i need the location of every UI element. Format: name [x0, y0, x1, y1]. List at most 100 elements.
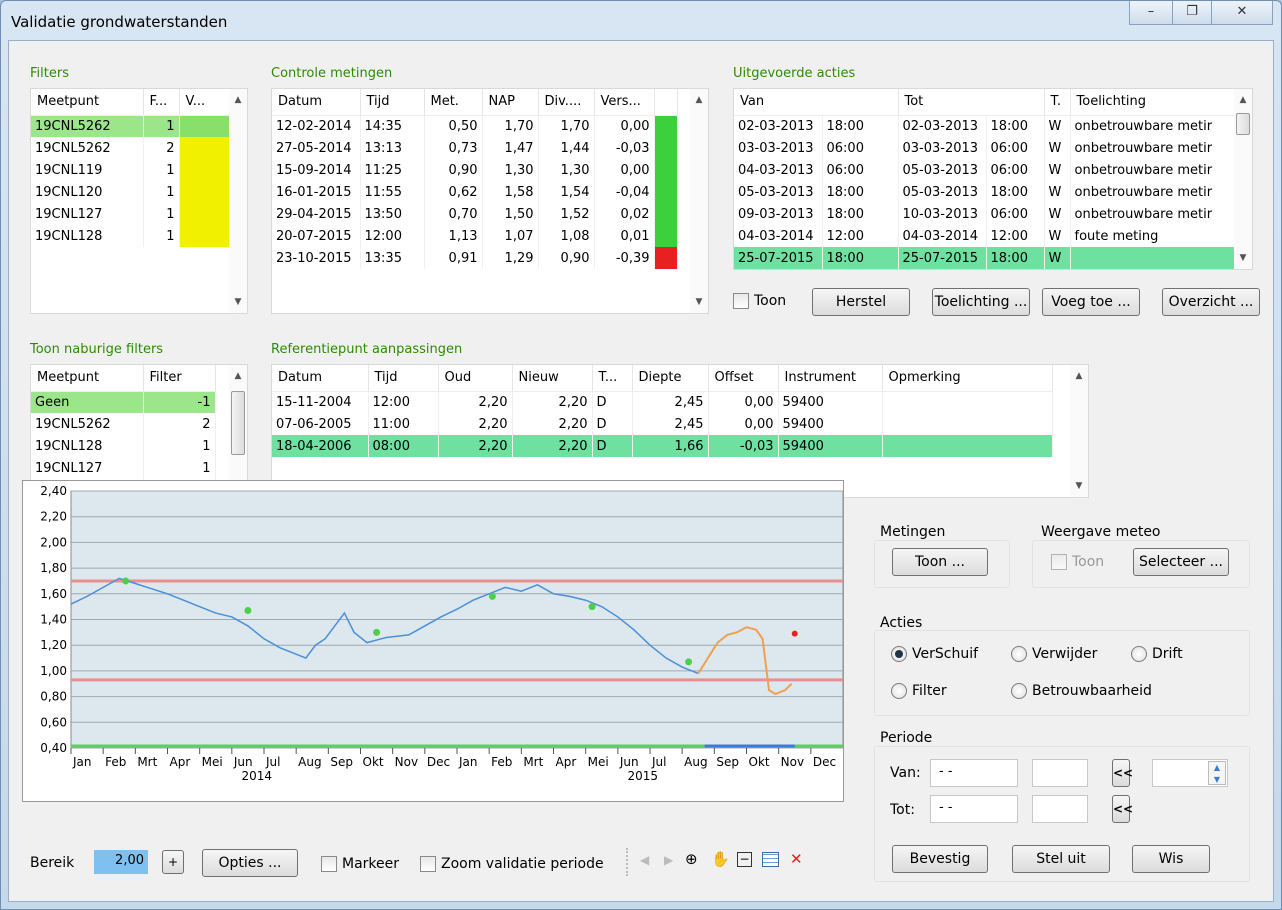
filters-col-f[interactable]: F... [143, 89, 180, 116]
table-icon[interactable] [762, 852, 779, 867]
prev-icon[interactable]: ◀ [640, 853, 649, 867]
ref-col-instrument[interactable]: Instrument [778, 365, 883, 392]
bevestig-button[interactable]: Bevestig [892, 845, 988, 873]
naburig-list[interactable]: Meetpunt Filter Geen -1 19CNL5262 2 19CNL128… [30, 364, 248, 498]
table-row[interactable]: 23-10-2015 13:35 0,91 1,29 0,90 -0,39 [272, 247, 678, 269]
table-row[interactable]: 12-02-2014 14:35 0,50 1,70 1,70 0,00 [272, 115, 678, 137]
naburig-col-filter[interactable]: Filter [143, 365, 216, 392]
table-row[interactable]: 07-06-2005 11:00 2,20 2,20 D 2,45 0,00 59400 [272, 413, 1053, 435]
table-row[interactable]: 04-03-2013 06:00 05-03-2013 06:00 Wonbetrouw… [734, 159, 1235, 181]
controle-list[interactable]: Datum Tijd Met. NAP Div.... Vers... 12-0… [271, 88, 709, 314]
van-prev-button[interactable]: << [1112, 759, 1133, 787]
ref-col-tijd[interactable]: Tijd [368, 365, 439, 392]
table-row[interactable]: 19CNL5262 2 [31, 137, 232, 159]
next-icon[interactable]: ▶ [664, 853, 673, 867]
table-row[interactable]: 27-05-2014 13:13 0,73 1,47 1,44 -0,03 [272, 137, 678, 159]
scroll-down-icon[interactable]: ▼ [1070, 481, 1088, 491]
controle-col-nap[interactable]: NAP [482, 89, 539, 116]
betrouwbaarheid-label[interactable]: Betrouwbaarheid [1032, 683, 1152, 699]
scroll-down-icon[interactable]: ▼ [229, 297, 247, 307]
table-row[interactable]: 02-03-2013 18:00 02-03-2013 18:00 Wonbetrouw… [734, 115, 1235, 137]
acties-list[interactable]: Van Tot T. Toelichting 02-03-2013 18:00 02… [733, 88, 1253, 270]
table-row[interactable]: 25-07-2015 18:00 25-07-2015 18:00 W [734, 247, 1235, 269]
controle-col-datum[interactable]: Datum [272, 89, 361, 116]
zoom-validatie-checkbox[interactable] [420, 856, 436, 872]
overzicht-button[interactable]: Overzicht ... [1162, 288, 1260, 316]
acties-col-van[interactable]: Van [734, 89, 899, 116]
table-row[interactable]: Geen -1 [31, 391, 216, 413]
table-row[interactable]: 19CNL128 1 [31, 435, 216, 457]
table-row[interactable]: 19CNL5262 2 [31, 413, 216, 435]
scroll-up-icon[interactable]: ▲ [1070, 371, 1088, 381]
scroll-down-icon[interactable]: ▼ [1234, 253, 1252, 263]
naburig-col-meetpunt[interactable]: Meetpunt [31, 365, 144, 392]
controle-col-met[interactable]: Met. [424, 89, 483, 116]
table-row[interactable]: 18-04-2006 08:00 2,20 2,20 D 1,66 -0,03 59400 [272, 435, 1053, 457]
van-time-input[interactable] [1032, 759, 1088, 787]
table-row[interactable]: 29-04-2015 13:50 0,70 1,50 1,52 0,02 [272, 203, 678, 225]
scroll-thumb[interactable] [1236, 113, 1250, 135]
close-button[interactable]: ✕ [1211, 1, 1273, 25]
filters-col-meetpunt[interactable]: Meetpunt [31, 89, 144, 116]
table-row[interactable]: 19CNL127 1 [31, 457, 216, 479]
ref-col-oud[interactable]: Oud [438, 365, 513, 392]
scroll-down-icon[interactable]: ▼ [690, 297, 708, 307]
table-row[interactable]: 04-03-2014 12:00 04-03-2014 12:00 Wfoute met… [734, 225, 1235, 247]
controle-col-vers[interactable]: Vers... [594, 89, 655, 116]
van-date-input[interactable]: - - [930, 759, 1018, 787]
stel-uit-button[interactable]: Stel uit [1012, 845, 1110, 873]
scroll-up-icon[interactable]: ▲ [1234, 95, 1252, 105]
minimize-button[interactable]: – [1129, 1, 1173, 25]
controle-col-div[interactable]: Div.... [538, 89, 595, 116]
zoom-in-icon[interactable]: ⊕ [685, 850, 698, 868]
delete-icon[interactable]: ✕ [790, 850, 803, 868]
ref-col-offset[interactable]: Offset [708, 365, 779, 392]
selecteer-meteo-button[interactable]: Selecteer ... [1133, 548, 1229, 576]
table-row[interactable]: 20-07-2015 12:00 1,13 1,07 1,08 0,01 [272, 225, 678, 247]
verwijder-label[interactable]: Verwijder [1032, 646, 1097, 662]
verwijder-radio[interactable] [1011, 646, 1027, 662]
acties-scrollbar[interactable]: ▲ ▼ [1234, 89, 1252, 269]
filter-radio[interactable] [891, 683, 907, 699]
table-row[interactable]: 19CNL1201 [31, 181, 232, 203]
referentie-list[interactable]: Datum Tijd Oud Nieuw T... Diepte Offset … [271, 364, 1089, 498]
ref-col-diepte[interactable]: Diepte [632, 365, 709, 392]
verschuif-label[interactable]: VerSchuif [912, 646, 978, 662]
filters-scrollbar[interactable]: ▲ ▼ [229, 89, 247, 313]
table-row[interactable]: 19CNL119 1 [31, 159, 232, 181]
toon-acties-checkbox[interactable] [733, 293, 749, 309]
table-row[interactable]: 19CNL128 1 [31, 225, 232, 247]
acties-col-t[interactable]: T. [1044, 89, 1071, 116]
table-row[interactable]: 19CNL5262 1 [31, 115, 232, 137]
toon-metingen-button[interactable]: Toon ... [892, 548, 988, 576]
toelichting-button[interactable]: Toelichting ... [932, 288, 1030, 316]
table-row[interactable]: 16-01-2015 11:55 0,62 1,58 1,54 -0,04 [272, 181, 678, 203]
herstel-button[interactable]: Herstel [812, 288, 910, 316]
drift-radio[interactable] [1131, 646, 1147, 662]
tot-date-input[interactable]: - - [930, 795, 1018, 823]
opties-button[interactable]: Opties ... [202, 849, 298, 877]
naburig-scrollbar[interactable]: ▲▼ [229, 365, 247, 497]
wis-button[interactable]: Wis [1132, 845, 1210, 873]
drift-label[interactable]: Drift [1152, 646, 1183, 662]
groundwater-chart[interactable]: 2,40 2,20 2,00 1,80 1,60 1,40 1,20 1,00 0,80 0,60… [22, 480, 844, 802]
tot-prev-button[interactable]: << [1112, 795, 1133, 823]
betrouwbaarheid-radio[interactable] [1011, 683, 1027, 699]
table-row[interactable]: 09-03-2013 18:00 10-03-2013 06:00 Wonbetrouw… [734, 203, 1235, 225]
bereik-plus-button[interactable]: + [162, 850, 184, 874]
table-row[interactable]: 15-09-2014 11:25 0,90 1,30 1,30 0,00 [272, 159, 678, 181]
toon-meteo-checkbox[interactable] [1051, 554, 1067, 570]
chart-svg[interactable]: 2,40 2,20 2,00 1,80 1,60 1,40 1,20 1,00 0,80 0,60… [23, 481, 844, 801]
pan-hand-icon[interactable]: ✋ [711, 850, 730, 868]
ref-col-nieuw[interactable]: Nieuw [512, 365, 593, 392]
table-row[interactable]: 19CNL127 1 [31, 203, 232, 225]
tot-time-input[interactable] [1032, 795, 1088, 823]
filter-label[interactable]: Filter [912, 683, 947, 699]
scroll-up-icon[interactable]: ▲ [690, 95, 708, 105]
acties-col-tot[interactable]: Tot [898, 89, 1045, 116]
scroll-up-icon[interactable]: ▲ [229, 371, 247, 381]
controle-col-tijd[interactable]: Tijd [360, 89, 425, 116]
markeer-checkbox[interactable] [321, 856, 337, 872]
bereik-input[interactable]: 2,00 [94, 850, 148, 874]
table-row[interactable]: 05-03-2013 18:00 05-03-2013 18:00 Wonbetrouw… [734, 181, 1235, 203]
